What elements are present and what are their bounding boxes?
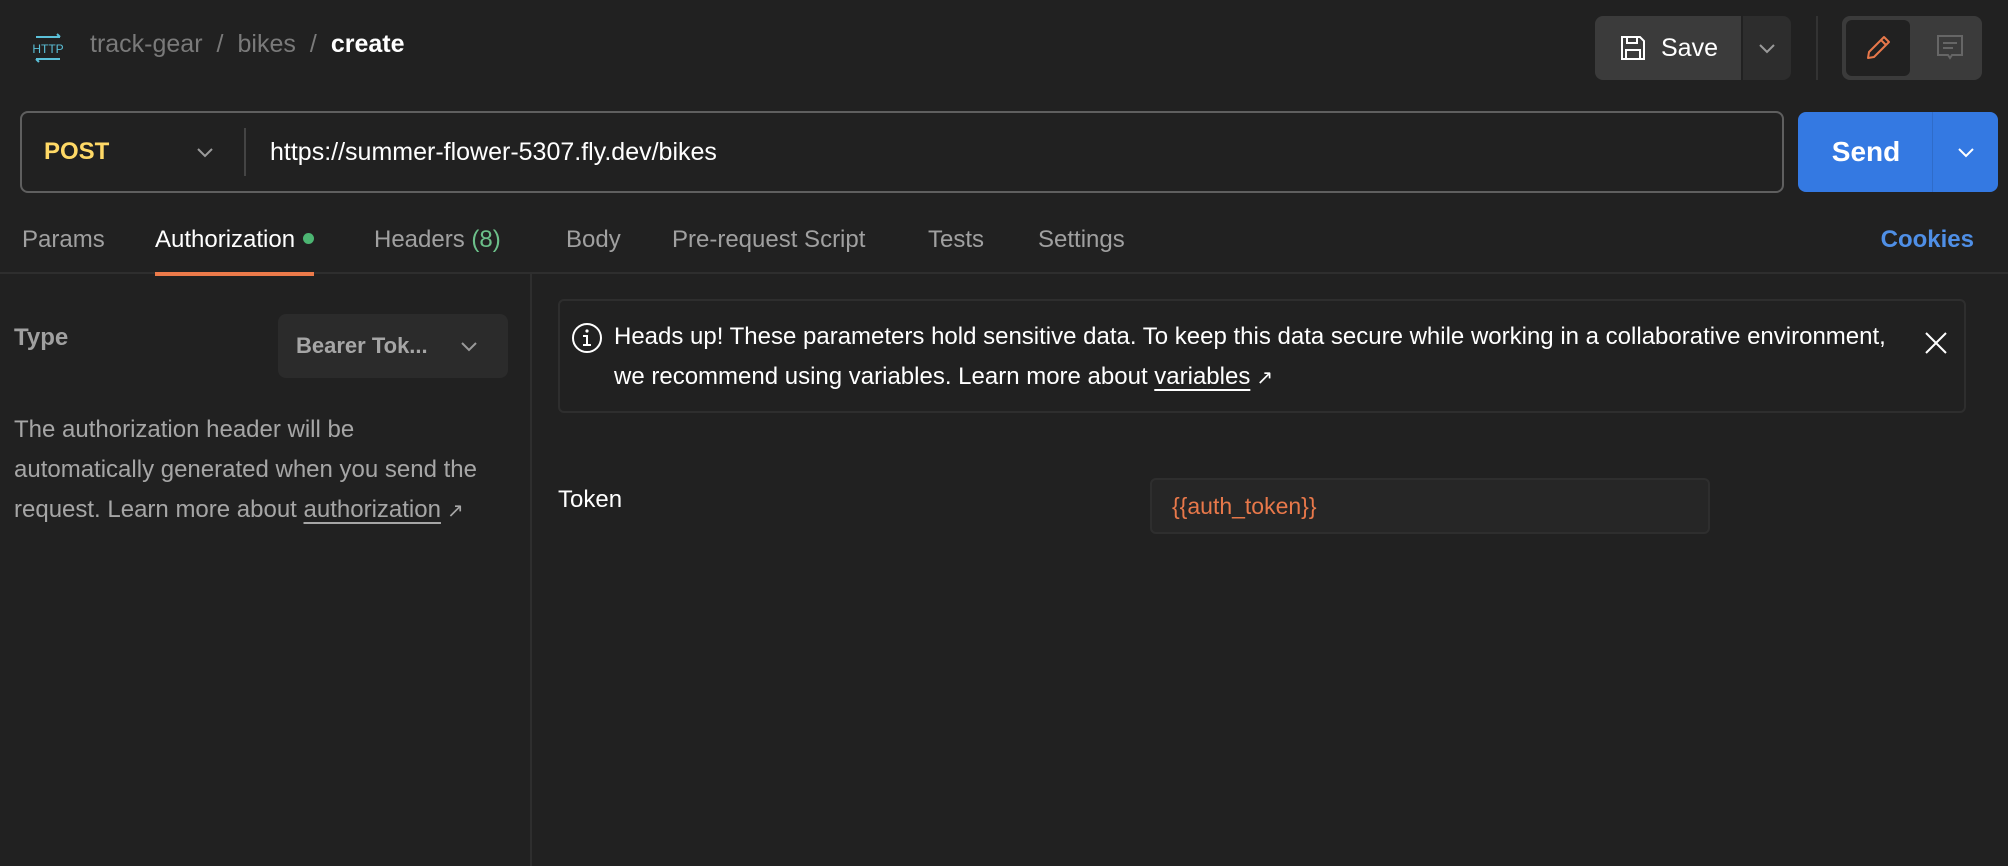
authorization-link[interactable]: authorization bbox=[304, 496, 441, 523]
variables-link[interactable]: variables bbox=[1154, 363, 1250, 390]
save-group: Save bbox=[1595, 16, 1791, 80]
type-label: Type bbox=[14, 324, 69, 351]
method-value: POST bbox=[44, 138, 110, 165]
tab-body[interactable]: Body bbox=[566, 226, 621, 274]
headers-count: (8) bbox=[471, 226, 501, 253]
request-url-bar: POST bbox=[20, 111, 1784, 193]
tab-label: Params bbox=[22, 226, 105, 253]
request-tabs: Params Authorization Headers (8) Body Pr… bbox=[0, 218, 2008, 276]
comment-icon bbox=[1937, 35, 1963, 60]
send-button[interactable]: Send bbox=[1798, 112, 1932, 192]
breadcrumb: track-gear / bikes / create bbox=[90, 30, 405, 59]
auth-description: The authorization header will be automat… bbox=[14, 410, 494, 531]
tab-label: Tests bbox=[928, 226, 985, 253]
breadcrumb-request[interactable]: create bbox=[331, 30, 405, 59]
tab-label: Authorization bbox=[155, 226, 296, 253]
tab-params[interactable]: Params bbox=[22, 226, 105, 274]
cookies-link[interactable]: Cookies bbox=[1881, 226, 1974, 254]
breadcrumb-separator: / bbox=[309, 30, 317, 58]
pencil-icon bbox=[1867, 36, 1890, 59]
close-icon[interactable] bbox=[1922, 329, 1950, 357]
tab-label: Body bbox=[566, 226, 621, 253]
external-link-icon: ↗ bbox=[1256, 367, 1274, 389]
status-dot bbox=[303, 233, 315, 244]
token-label: Token bbox=[558, 486, 623, 513]
http-icon: HTTP bbox=[32, 33, 64, 63]
method-select[interactable]: POST bbox=[22, 113, 244, 191]
chevron-down-icon bbox=[461, 342, 477, 352]
save-options-button[interactable] bbox=[1743, 16, 1791, 80]
tab-label: Headers bbox=[374, 226, 465, 253]
auth-type-value: Bearer Tok... bbox=[296, 333, 428, 358]
comments-button[interactable] bbox=[1922, 20, 1978, 76]
save-label: Save bbox=[1661, 33, 1718, 62]
breadcrumb-folder[interactable]: bikes bbox=[238, 30, 296, 59]
save-icon bbox=[1621, 36, 1645, 60]
chevron-down-icon bbox=[197, 148, 213, 158]
tab-settings[interactable]: Settings bbox=[1038, 226, 1125, 274]
external-link-icon: ↗ bbox=[446, 500, 464, 522]
save-button[interactable]: Save bbox=[1595, 16, 1741, 80]
tab-headers[interactable]: Headers (8) bbox=[374, 226, 501, 274]
chevron-down-icon bbox=[1957, 148, 1974, 158]
divider bbox=[1816, 16, 1818, 80]
breadcrumb-separator: / bbox=[216, 30, 224, 58]
tab-tests[interactable]: Tests bbox=[928, 226, 984, 274]
view-mode-toggle bbox=[1842, 16, 1982, 80]
send-group: Send bbox=[1798, 112, 1998, 192]
edit-mode-button[interactable] bbox=[1846, 20, 1910, 76]
svg-text:HTTP: HTTP bbox=[32, 42, 63, 56]
tab-label: Settings bbox=[1038, 226, 1125, 253]
url-input[interactable] bbox=[246, 113, 1782, 191]
token-input[interactable] bbox=[1150, 478, 1710, 534]
sensitive-data-alert: Heads up! These parameters hold sensitiv… bbox=[558, 299, 1966, 413]
auth-type-panel: Type Bearer Tok... The authorization hea… bbox=[0, 274, 532, 866]
tab-authorization[interactable]: Authorization bbox=[155, 226, 315, 276]
top-bar: HTTP track-gear / bikes / create Save bbox=[0, 0, 2008, 96]
breadcrumb-collection[interactable]: track-gear bbox=[90, 30, 203, 59]
info-icon bbox=[572, 323, 602, 353]
chevron-down-icon bbox=[1759, 44, 1775, 54]
tab-label: Pre-request Script bbox=[672, 226, 866, 253]
send-options-button[interactable] bbox=[1932, 112, 1998, 192]
tab-pre-request-script[interactable]: Pre-request Script bbox=[672, 226, 865, 274]
auth-type-select[interactable]: Bearer Tok... bbox=[278, 314, 508, 378]
alert-message: Heads up! These parameters hold sensitiv… bbox=[614, 317, 1904, 398]
